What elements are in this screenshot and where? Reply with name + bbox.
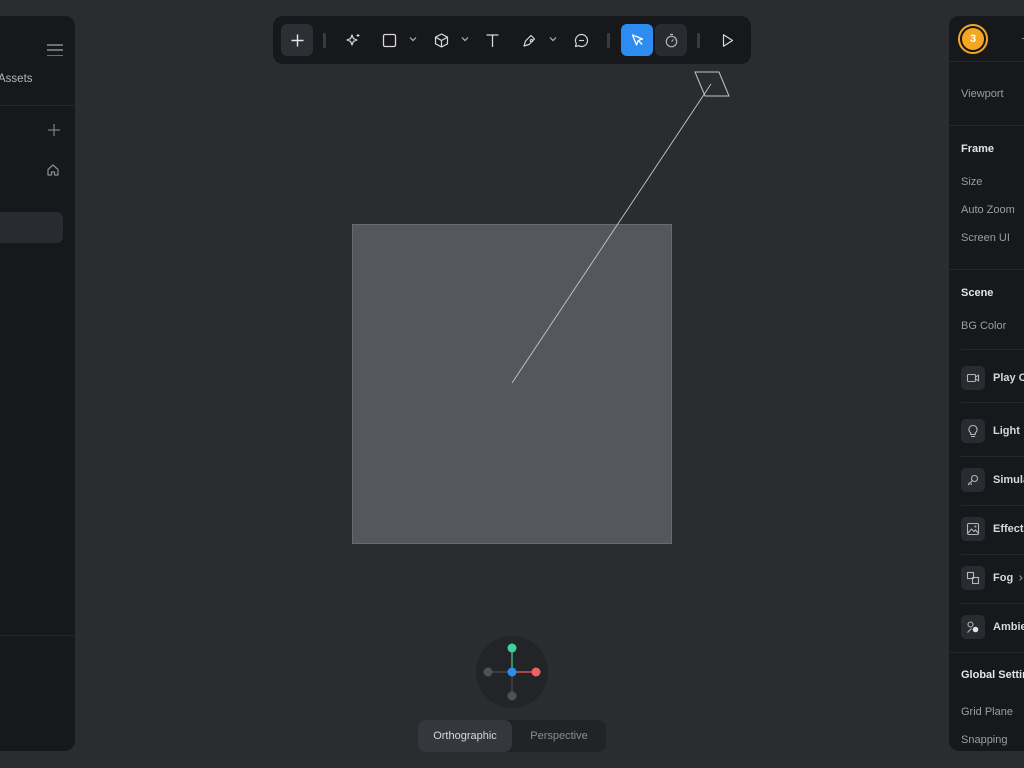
divider bbox=[961, 554, 1024, 555]
3d-shape-tool-button[interactable] bbox=[425, 24, 457, 56]
y-axis-handle bbox=[507, 643, 517, 653]
divider bbox=[949, 125, 1024, 126]
item-label: Ambie bbox=[993, 621, 1024, 633]
lightbulb-icon bbox=[968, 424, 978, 438]
item-label: Play C bbox=[993, 372, 1024, 384]
viewport-label: Viewport bbox=[961, 88, 1004, 100]
scene-heading: Scene bbox=[961, 287, 994, 299]
perspective-option[interactable]: Perspective bbox=[512, 720, 606, 752]
item-label: Fog bbox=[993, 572, 1014, 584]
effect-item[interactable]: Effect bbox=[961, 517, 1024, 541]
fog-icon bbox=[966, 571, 980, 585]
text-icon bbox=[486, 33, 498, 47]
comment-tool-button[interactable] bbox=[565, 24, 597, 56]
chevron-down-icon[interactable] bbox=[548, 34, 558, 44]
toolbar-separator bbox=[697, 33, 700, 48]
divider bbox=[961, 402, 1024, 403]
divider bbox=[949, 61, 1024, 62]
toolbar bbox=[273, 16, 751, 64]
ai-sparkle-icon bbox=[345, 33, 359, 46]
screen-ui-label: Screen UI bbox=[961, 232, 1010, 244]
projection-toggle: Orthographic Perspective bbox=[418, 720, 606, 752]
divider bbox=[949, 269, 1024, 270]
divider bbox=[961, 456, 1024, 457]
simulation-item[interactable]: Simula bbox=[961, 468, 1024, 492]
left-panel: Assets bbox=[0, 16, 75, 751]
chevron-right-icon bbox=[1019, 575, 1023, 581]
divider bbox=[949, 652, 1024, 653]
chevron-down-icon[interactable] bbox=[408, 34, 418, 44]
divider bbox=[961, 349, 1024, 350]
comment-icon bbox=[574, 33, 588, 47]
play-camera-item[interactable]: Play C bbox=[961, 366, 1024, 390]
layer-item-selected[interactable] bbox=[0, 212, 63, 243]
rectangle-tool-button[interactable] bbox=[373, 24, 405, 56]
frame-canvas[interactable] bbox=[352, 224, 672, 544]
image-effect-icon bbox=[966, 522, 980, 536]
item-label: Effect bbox=[993, 523, 1024, 535]
camera-icon bbox=[966, 373, 980, 383]
light-item[interactable]: Light bbox=[961, 419, 1020, 443]
ai-button[interactable] bbox=[337, 24, 369, 56]
axis-gizmo[interactable] bbox=[476, 636, 548, 708]
item-label: Simula bbox=[993, 474, 1024, 486]
divider bbox=[961, 505, 1024, 506]
bg-color-label: BG Color bbox=[961, 320, 1007, 332]
cube-icon bbox=[434, 32, 448, 48]
assets-tab[interactable]: Assets bbox=[0, 73, 33, 85]
pen-icon bbox=[522, 34, 535, 47]
divider bbox=[961, 603, 1024, 604]
select-cursor-icon bbox=[631, 33, 643, 46]
item-label: Light bbox=[993, 425, 1020, 437]
chevron-down-icon[interactable] bbox=[460, 34, 470, 44]
camera-icon bbox=[694, 71, 730, 97]
size-label: Size bbox=[961, 176, 983, 188]
grid-plane-label: Grid Plane bbox=[961, 706, 1013, 718]
play-icon bbox=[722, 33, 733, 47]
add-icon[interactable] bbox=[47, 123, 61, 137]
select-tool-button[interactable] bbox=[621, 24, 653, 56]
menu-icon[interactable] bbox=[47, 44, 63, 56]
text-tool-button[interactable] bbox=[476, 24, 508, 56]
avatar-count: 3 bbox=[962, 28, 984, 50]
add-button[interactable] bbox=[281, 24, 313, 56]
global-settings-heading: Global Settin bbox=[961, 669, 1024, 681]
divider bbox=[0, 105, 75, 106]
snapping-label: Snapping bbox=[961, 734, 1008, 746]
timer-icon bbox=[665, 33, 677, 47]
avatar[interactable]: 3 bbox=[958, 24, 988, 54]
frame-heading: Frame bbox=[961, 143, 995, 155]
neg-y-axis-handle bbox=[507, 691, 517, 701]
fog-item[interactable]: Fog bbox=[961, 566, 1024, 590]
play-button[interactable] bbox=[711, 24, 743, 56]
ambient-icon bbox=[967, 621, 979, 633]
toolbar-separator bbox=[607, 33, 610, 48]
x-axis-handle bbox=[531, 667, 541, 677]
rectangle-icon bbox=[382, 33, 396, 47]
z-axis-handle bbox=[507, 667, 517, 677]
add-icon bbox=[291, 34, 303, 46]
divider bbox=[0, 635, 75, 636]
ambient-item[interactable]: Ambie bbox=[961, 615, 1024, 639]
toolbar-separator bbox=[323, 33, 326, 48]
neg-x-axis-handle bbox=[483, 667, 493, 677]
pen-tool-button[interactable] bbox=[513, 24, 545, 56]
simulation-icon bbox=[967, 474, 979, 486]
right-panel: 3 Viewport Frame Size Auto Zoom Screen U… bbox=[949, 16, 1024, 751]
orthographic-option[interactable]: Orthographic bbox=[418, 720, 512, 752]
auto-zoom-label: Auto Zoom bbox=[961, 204, 1015, 216]
home-icon[interactable] bbox=[46, 163, 60, 177]
timer-tool-button[interactable] bbox=[655, 24, 687, 56]
